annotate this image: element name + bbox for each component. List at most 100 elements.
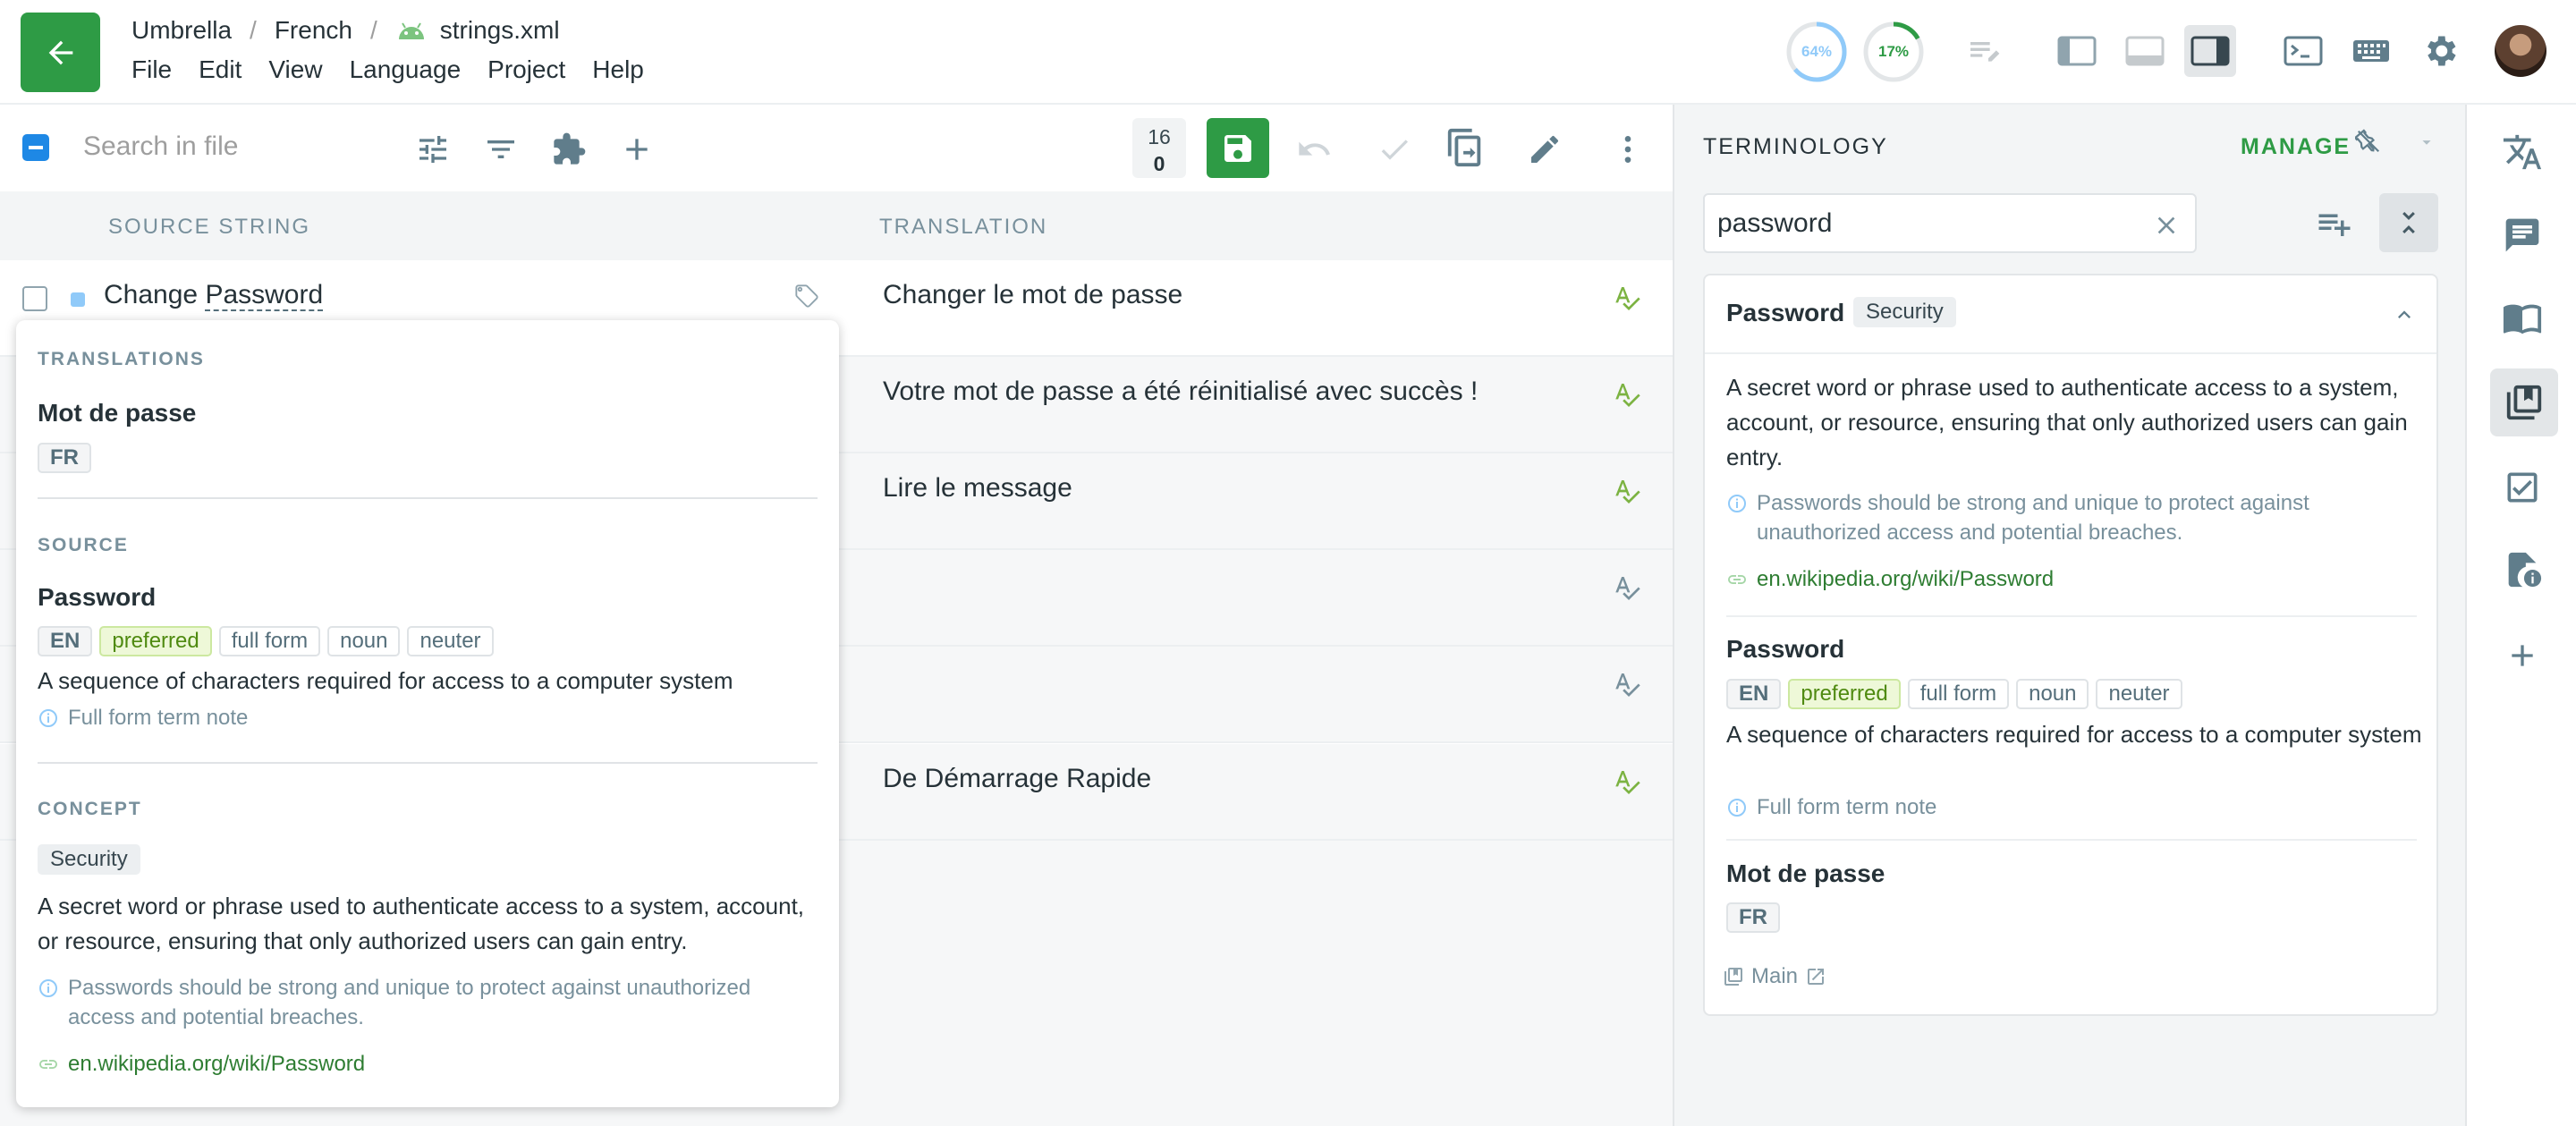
source-string: Change Password — [104, 280, 324, 311]
breadcrumb-file[interactable]: strings.xml — [440, 16, 560, 45]
manage-button[interactable]: MANAGE — [2241, 134, 2351, 160]
term-search-input[interactable] — [1717, 207, 2129, 240]
add-term-icon[interactable] — [2315, 204, 2354, 243]
row-checkbox[interactable] — [22, 286, 47, 311]
concept-link[interactable]: en.wikipedia.org/wiki/Password — [38, 1052, 365, 1077]
menu-language[interactable]: Language — [350, 55, 462, 84]
column-headers: SOURCE STRING TRANSLATION — [0, 191, 1673, 260]
filter-icon[interactable] — [481, 130, 521, 169]
term-card: Password Security A secret word or phras… — [1703, 274, 2438, 1016]
chevron-up-icon[interactable] — [2392, 302, 2417, 327]
link-icon — [38, 1054, 59, 1075]
pin-off-icon[interactable] — [2354, 127, 2383, 156]
glossary-name[interactable]: Main — [1751, 964, 1798, 989]
term-card-source-definition: A sequence of characters required for ac… — [1726, 721, 2422, 748]
open-external-icon[interactable] — [1805, 966, 1826, 987]
info-icon — [1726, 493, 1748, 547]
back-button[interactable] — [21, 13, 100, 92]
concept-label: CONCEPT — [38, 799, 142, 819]
layout-left-panel-icon[interactable] — [2051, 25, 2103, 77]
term-card-source-note: Full form term note — [1726, 792, 2352, 822]
link-icon — [1726, 569, 1748, 590]
gear-icon[interactable] — [2414, 25, 2466, 77]
translate-icon[interactable] — [2500, 130, 2545, 174]
part-of-speech-chip: noun — [327, 626, 401, 656]
status-chip: preferred — [99, 626, 212, 656]
translations-label: TRANSLATIONS — [38, 349, 205, 369]
select-all-checkbox[interactable] — [22, 134, 49, 161]
keyboard-icon[interactable] — [2345, 25, 2397, 77]
check-icon[interactable] — [1375, 130, 1414, 169]
console-icon[interactable] — [2277, 25, 2329, 77]
source-prefix: Change — [104, 280, 206, 309]
source-note: Full form term note — [38, 703, 248, 732]
part-of-speech-chip: noun — [2016, 679, 2089, 709]
comments-icon[interactable] — [2500, 213, 2545, 258]
menu-view[interactable]: View — [268, 55, 322, 84]
tag-icon[interactable] — [794, 284, 819, 309]
qa-checks-icon[interactable] — [2500, 465, 2545, 510]
layout-right-panel-icon[interactable] — [2184, 25, 2236, 77]
edit-icon[interactable] — [1525, 130, 1564, 169]
term-card-header[interactable]: Password Security — [1705, 275, 2436, 354]
concept-note: Passwords should be strong and unique to… — [38, 973, 789, 1032]
language-chip: EN — [38, 626, 93, 656]
term-card-link-text[interactable]: en.wikipedia.org/wiki/Password — [1757, 567, 2054, 592]
android-icon — [395, 20, 428, 41]
undo-icon[interactable] — [1294, 130, 1334, 169]
translation-text[interactable]: De Démarrage Rapide — [883, 764, 1151, 794]
avatar[interactable] — [2495, 25, 2546, 77]
spellcheck-icon[interactable] — [1613, 477, 1641, 505]
spellcheck-icon[interactable] — [1613, 670, 1641, 698]
menu-project[interactable]: Project — [487, 55, 565, 84]
more-vert-icon[interactable] — [1608, 130, 1648, 169]
translation-text[interactable]: Lire le message — [883, 473, 1072, 504]
breadcrumb-language[interactable]: French — [275, 16, 352, 45]
language-chip: FR — [38, 443, 91, 473]
source-note-text: Full form term note — [68, 706, 249, 730]
copy-source-icon[interactable] — [1443, 125, 1487, 170]
file-info-icon[interactable] — [2500, 547, 2545, 592]
glossary-term-highlight[interactable]: Password — [205, 280, 324, 311]
breadcrumb-separator: / — [369, 16, 377, 44]
save-button[interactable] — [1207, 118, 1269, 178]
collapse-all-button[interactable] — [2379, 193, 2438, 252]
glossary-source[interactable]: Main — [1723, 964, 1826, 989]
add-panel-icon[interactable] — [2500, 633, 2545, 678]
spellcheck-icon[interactable] — [1613, 767, 1641, 796]
type-chip: full form — [1907, 679, 2010, 709]
notes-edit-icon[interactable] — [1958, 25, 2010, 77]
save-icon — [1224, 134, 1251, 162]
term-search-field[interactable] — [1703, 193, 2197, 253]
menu-file[interactable]: File — [131, 55, 172, 84]
status-dot — [71, 292, 85, 307]
breadcrumb-project[interactable]: Umbrella — [131, 16, 232, 45]
terminology-icon[interactable] — [2490, 368, 2558, 436]
term-card-source-term: Password — [1726, 635, 1845, 663]
search-in-file-input[interactable]: Search in file — [83, 131, 238, 162]
source-definition: A sequence of characters required for ac… — [38, 667, 733, 694]
approval-progress-ring[interactable]: 17% — [1861, 20, 1926, 84]
glossary-icon — [1723, 966, 1744, 987]
translation-memory-icon[interactable] — [2500, 295, 2545, 340]
spellcheck-icon[interactable] — [1613, 284, 1641, 312]
add-icon[interactable] — [617, 130, 657, 169]
menu-help[interactable]: Help — [592, 55, 644, 84]
translation-progress-ring[interactable]: 64% — [1784, 20, 1849, 84]
concept-chip: Security — [38, 844, 140, 875]
spellcheck-icon[interactable] — [1613, 380, 1641, 409]
layout-bottom-panel-icon[interactable] — [2119, 25, 2171, 77]
tune-icon[interactable] — [413, 130, 453, 169]
puzzle-icon[interactable] — [549, 130, 589, 169]
term-card-link[interactable]: en.wikipedia.org/wiki/Password — [1726, 567, 2054, 592]
spellcheck-icon[interactable] — [1613, 573, 1641, 602]
menu-edit[interactable]: Edit — [199, 55, 242, 84]
counter-selected: 0 — [1153, 152, 1165, 175]
clear-icon[interactable] — [2152, 211, 2181, 240]
source-term: Password — [38, 583, 157, 611]
translation-header: TRANSLATION — [879, 215, 1048, 239]
translation-text[interactable]: Votre mot de passe a été réinitialisé av… — [883, 377, 1478, 407]
dropdown-arrow-icon[interactable] — [2415, 131, 2438, 154]
translation-text[interactable]: Changer le mot de passe — [883, 280, 1182, 310]
concept-link-text[interactable]: en.wikipedia.org/wiki/Password — [68, 1052, 365, 1077]
